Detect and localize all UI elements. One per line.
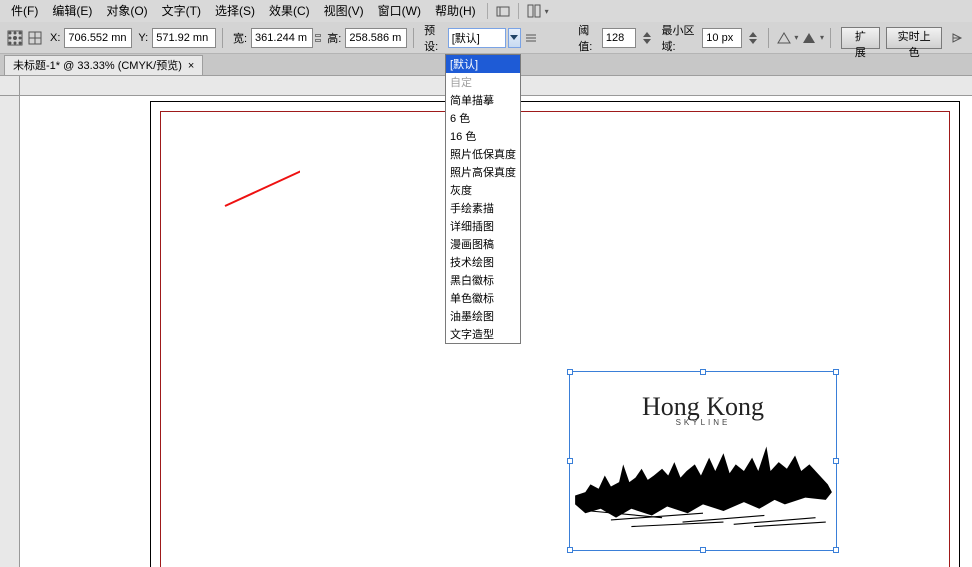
y-label: Y:: [134, 32, 150, 44]
w-input[interactable]: [251, 28, 313, 48]
y-input[interactable]: [152, 28, 216, 48]
menu-bar: 件(F) 编辑(E) 对象(O) 文字(T) 选择(S) 效果(C) 视图(V)…: [0, 0, 972, 22]
panel-options-icon[interactable]: [948, 27, 966, 49]
separator: [413, 28, 414, 48]
image-subtitle: SKYLINE: [676, 418, 731, 427]
preset-option[interactable]: [默认]: [446, 55, 520, 73]
menu-edit[interactable]: 编辑(E): [45, 0, 99, 22]
preset-label: 预设:: [420, 22, 446, 54]
resize-handle[interactable]: [567, 458, 573, 464]
dropdown-arrow-icon[interactable]: ▾: [820, 33, 824, 42]
resize-handle[interactable]: [567, 547, 573, 553]
resize-handle[interactable]: [833, 458, 839, 464]
separator: [768, 28, 769, 48]
h-input[interactable]: [345, 28, 407, 48]
resize-handle[interactable]: [700, 547, 706, 553]
x-label: X:: [46, 32, 62, 44]
resize-handle[interactable]: [567, 369, 573, 375]
preset-combo-button[interactable]: [508, 28, 521, 48]
x-input[interactable]: [64, 28, 132, 48]
expand-button[interactable]: 扩展: [841, 27, 880, 49]
preset-combo-input[interactable]: [448, 28, 506, 48]
min-region-stepper[interactable]: [744, 27, 762, 49]
control-bar: X: Y: 宽: 高: 预设: 阈值: 最小区域: ▾ ▾ 扩展 实时上色: [0, 22, 972, 54]
preset-option[interactable]: 简单描摹: [446, 91, 520, 109]
ruler-vertical[interactable]: [0, 96, 20, 567]
preset-option[interactable]: 照片低保真度: [446, 145, 520, 163]
preset-option[interactable]: 灰度: [446, 181, 520, 199]
hong-kong-skyline-image: Hong Kong SKYLINE: [570, 372, 836, 550]
preset-option[interactable]: 漫画图稿: [446, 235, 520, 253]
preset-option[interactable]: 单色徽标: [446, 289, 520, 307]
separator: [487, 3, 488, 19]
threshold-label: 阈值:: [574, 22, 600, 54]
preset-option[interactable]: 16 色: [446, 127, 520, 145]
menu-effect[interactable]: 效果(C): [262, 0, 317, 22]
menu-select[interactable]: 选择(S): [208, 0, 262, 22]
separator: [222, 28, 223, 48]
ruler-corner[interactable]: [0, 76, 20, 96]
document-tab[interactable]: 未标题-1* @ 33.33% (CMYK/预览) ×: [4, 55, 203, 75]
preset-option-disabled: 自定: [446, 73, 520, 91]
dropdown-arrow-icon[interactable]: ▾: [794, 33, 798, 42]
trace-preview-2-icon[interactable]: [800, 27, 818, 49]
arrange-icon[interactable]: [523, 0, 545, 22]
preset-option[interactable]: 文字造型: [446, 325, 520, 343]
preset-option[interactable]: 黑白徽标: [446, 271, 520, 289]
live-paint-button[interactable]: 实时上色: [886, 27, 942, 49]
h-label: 高:: [323, 30, 343, 46]
preset-option[interactable]: 6 色: [446, 109, 520, 127]
w-label: 宽:: [229, 30, 249, 46]
threshold-stepper[interactable]: [638, 27, 656, 49]
min-region-input[interactable]: [702, 28, 742, 48]
preset-dropdown-list: [默认] 自定 简单描摹 6 色 16 色 照片低保真度 照片高保真度 灰度 手…: [445, 54, 521, 344]
dropdown-arrow-icon[interactable]: ▾: [545, 7, 549, 16]
trace-preview-1-icon[interactable]: [775, 27, 793, 49]
preset-options-icon[interactable]: [523, 27, 541, 49]
selected-image[interactable]: Hong Kong SKYLINE: [569, 371, 837, 551]
separator: [518, 3, 519, 19]
resize-handle[interactable]: [833, 369, 839, 375]
preset-option[interactable]: 详细插图: [446, 217, 520, 235]
reference-point-widget[interactable]: [6, 27, 24, 49]
separator: [830, 28, 831, 48]
preset-option[interactable]: 照片高保真度: [446, 163, 520, 181]
min-region-label: 最小区域:: [658, 22, 701, 54]
resize-handle[interactable]: [700, 369, 706, 375]
bridge-icon[interactable]: [492, 0, 514, 22]
menu-view[interactable]: 视图(V): [317, 0, 371, 22]
menu-object[interactable]: 对象(O): [99, 0, 154, 22]
threshold-input[interactable]: [602, 28, 636, 48]
transform-reference-icon[interactable]: [26, 27, 44, 49]
menu-window[interactable]: 窗口(W): [371, 0, 428, 22]
preset-option[interactable]: 技术绘图: [446, 253, 520, 271]
link-wh-toggle[interactable]: [315, 34, 321, 42]
close-tab-icon[interactable]: ×: [188, 56, 194, 76]
preset-option[interactable]: 油墨绘图: [446, 307, 520, 325]
preset-option[interactable]: 手绘素描: [446, 199, 520, 217]
menu-type[interactable]: 文字(T): [155, 0, 208, 22]
document-tab-title: 未标题-1* @ 33.33% (CMYK/预览): [13, 56, 182, 76]
resize-handle[interactable]: [833, 547, 839, 553]
menu-file[interactable]: 件(F): [4, 0, 45, 22]
menu-help[interactable]: 帮助(H): [428, 0, 483, 22]
